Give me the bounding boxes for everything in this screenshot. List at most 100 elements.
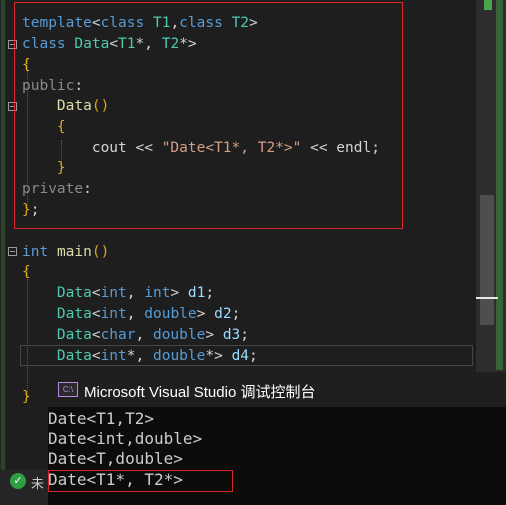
code-token: < xyxy=(91,306,101,322)
code-line-1[interactable]: template<class T1,class T2> xyxy=(22,13,258,33)
code-token: , xyxy=(170,15,180,31)
code-token: < xyxy=(91,327,101,343)
fold-toggle-ctor-icon[interactable] xyxy=(8,102,17,111)
code-token: class xyxy=(179,15,223,31)
code-token: *> xyxy=(179,36,197,52)
code-line-14[interactable]: Data<int, double> d2; xyxy=(22,304,240,324)
code-token: , xyxy=(126,285,145,301)
code-token: > xyxy=(205,327,223,343)
code-token: > xyxy=(249,15,258,31)
console-output-line: Date<T,double> xyxy=(48,449,183,468)
code-token: double xyxy=(152,327,206,343)
code-token: { xyxy=(56,119,66,135)
code-token: private xyxy=(22,181,84,197)
code-line-15[interactable]: Data<char, double> d3; xyxy=(22,325,249,345)
code-token: << endl; xyxy=(301,140,380,156)
code-token: d2 xyxy=(214,306,232,322)
code-token: ; xyxy=(249,348,258,364)
code-token: Data xyxy=(56,327,92,343)
code-line-9[interactable]: private: xyxy=(22,179,92,199)
code-token: Data xyxy=(56,348,92,364)
check-circle-icon: ✓ xyxy=(10,473,26,489)
code-line-12[interactable]: { xyxy=(22,262,31,282)
debug-console-window[interactable]: C:\ Microsoft Visual Studio 调试控制台 Date<T… xyxy=(48,372,506,505)
code-token: int xyxy=(100,348,127,364)
code-line-16[interactable]: Data<int*, double*> d4; xyxy=(22,346,258,366)
code-token: d4 xyxy=(231,348,250,364)
code-token: main xyxy=(56,244,92,260)
code-token: *, xyxy=(126,348,153,364)
status-text: 未 xyxy=(31,477,45,492)
scrollbar-position-line xyxy=(476,297,498,299)
code-token: int xyxy=(100,306,127,322)
code-token: int xyxy=(144,285,171,301)
code-line-7[interactable]: cout << "Date<T1*, T2*>" << endl; xyxy=(22,138,380,158)
code-token: Data xyxy=(56,98,92,114)
code-line-10[interactable]: }; xyxy=(22,200,39,220)
code-line-13[interactable]: Data<int, int> d1; xyxy=(22,283,214,303)
console-title-bar[interactable]: C:\ Microsoft Visual Studio 调试控制台 xyxy=(48,372,506,407)
code-line-17[interactable]: } xyxy=(22,387,31,407)
code-token: class xyxy=(22,36,66,52)
fold-toggle-class-icon[interactable] xyxy=(8,40,17,49)
code-line-4[interactable]: public: xyxy=(22,76,83,96)
fold-toggle-main-icon[interactable] xyxy=(8,247,17,256)
code-token: , xyxy=(126,306,145,322)
code-token: : xyxy=(83,181,92,197)
code-token: () xyxy=(91,98,110,114)
code-token: { xyxy=(22,264,31,280)
code-token: : xyxy=(74,78,84,94)
code-token: Data xyxy=(56,285,92,301)
console-output-line: Date<T1*, T2*> xyxy=(48,470,183,489)
code-token: ; xyxy=(231,306,241,322)
code-line-3[interactable]: { xyxy=(22,55,31,75)
code-token: class xyxy=(100,15,145,31)
code-token: T1 xyxy=(152,15,171,31)
console-output-line: Date<int,double> xyxy=(48,429,203,448)
code-token: cout << xyxy=(22,140,162,156)
code-line-6[interactable]: { xyxy=(22,117,66,137)
code-token: ; xyxy=(30,202,40,218)
code-line-5[interactable]: Data() xyxy=(22,96,109,116)
code-line-8[interactable]: } xyxy=(22,158,66,178)
code-token: () xyxy=(91,244,110,260)
scrollbar-thumb[interactable] xyxy=(480,195,494,325)
code-token: *, xyxy=(135,36,162,52)
code-token: Data xyxy=(56,306,92,322)
scrollbar-change-marker xyxy=(496,0,503,370)
code-token: "Date<T1*, T2*>" xyxy=(161,140,302,156)
code-token: < xyxy=(91,15,101,31)
code-token: int xyxy=(22,244,49,260)
code-token: public xyxy=(22,78,75,94)
code-token: T1 xyxy=(118,36,136,52)
code-token: } xyxy=(22,202,31,218)
code-token: int xyxy=(100,285,127,301)
console-app-icon: C:\ xyxy=(58,382,78,397)
scrollbar-marker xyxy=(484,0,492,10)
code-token: < xyxy=(91,348,101,364)
console-output-line: Date<T1,T2> xyxy=(48,409,154,428)
code-token: template xyxy=(22,15,92,31)
code-token: > xyxy=(170,285,188,301)
code-editor[interactable]: template<class T1,class T2> class Data<T… xyxy=(0,0,476,420)
code-token: } xyxy=(22,389,31,405)
code-token: double xyxy=(144,306,197,322)
code-token: char xyxy=(100,327,136,343)
code-line-11[interactable]: int main() xyxy=(22,242,109,262)
code-token: } xyxy=(56,160,66,176)
code-token: d1 xyxy=(187,285,206,301)
code-line-2[interactable]: class Data<T1*, T2*> xyxy=(22,34,197,54)
code-token: Data xyxy=(74,36,110,52)
code-token: { xyxy=(22,57,31,73)
console-title: Microsoft Visual Studio 调试控制台 xyxy=(84,384,316,401)
code-token: ; xyxy=(205,285,215,301)
code-token: T2 xyxy=(161,36,180,52)
code-token: d3 xyxy=(222,327,241,343)
